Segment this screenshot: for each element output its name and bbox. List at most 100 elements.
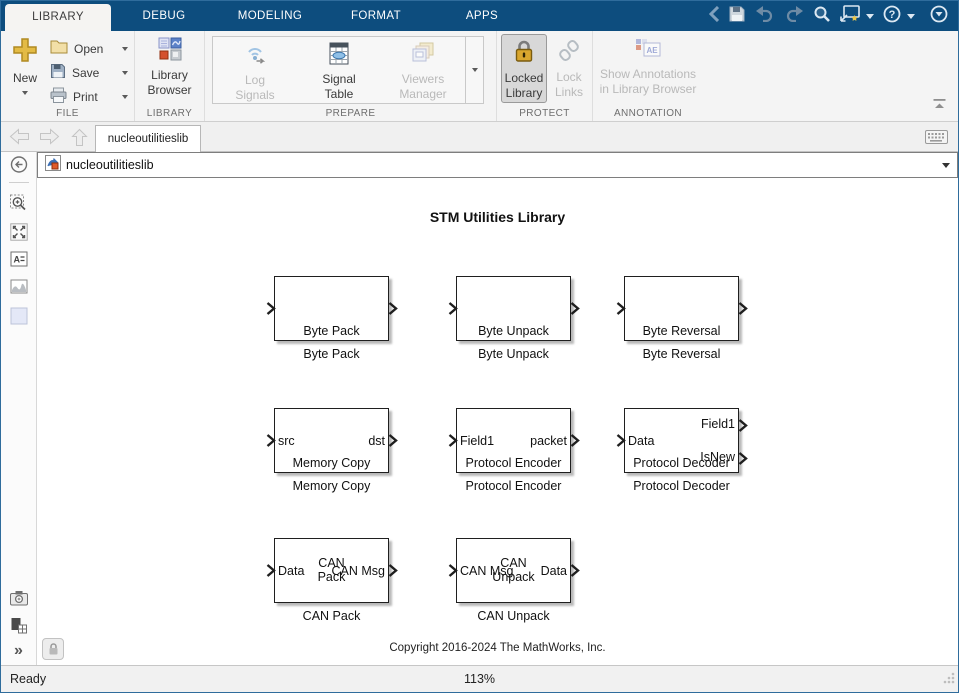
library-browser-label: Library Browser	[140, 68, 200, 98]
ribbon: New Open Save	[1, 31, 958, 122]
block-inner-label: Memory Copy	[271, 456, 392, 470]
viewers-manager-label: Viewers Manager	[391, 72, 455, 102]
overlay-icon[interactable]	[10, 617, 27, 639]
camera-icon[interactable]	[9, 590, 28, 611]
document-tab[interactable]: nucleoutilitieslib	[95, 125, 201, 152]
back-arrow-icon[interactable]	[9, 128, 30, 150]
signal-table-button[interactable]: Signal Table	[297, 37, 381, 103]
annotation-icon[interactable]: A	[10, 251, 28, 272]
image-icon[interactable]	[10, 279, 28, 299]
forward-arrow-icon[interactable]	[39, 128, 60, 150]
address-path: nucleoutilitieslib	[66, 158, 154, 172]
tab-library[interactable]: LIBRARY	[5, 4, 111, 31]
screenshot-export-icon[interactable]	[840, 5, 860, 27]
output-port-label: packet	[530, 434, 567, 448]
block-inner-label: Byte Pack	[271, 324, 392, 338]
block-caption: Byte Pack	[245, 347, 418, 361]
address-bar[interactable]: nucleoutilitieslib	[37, 152, 958, 178]
print-button[interactable]: Print	[47, 85, 131, 109]
block-can-unpack[interactable]: CAN Msg Data CAN Unpack CAN Unpack	[456, 538, 571, 603]
show-annotations-label: Show Annotations in Library Browser	[597, 67, 699, 97]
library-browser-button[interactable]: Library Browser	[135, 31, 204, 98]
simulink-library-window: LIBRARY DEBUG MODELING FORMAT APPS	[0, 0, 959, 693]
resize-grip-icon[interactable]	[942, 671, 956, 690]
toolstrip-tabs: LIBRARY DEBUG MODELING FORMAT APPS	[5, 1, 535, 31]
library-canvas[interactable]: STM Utilities Library Byte Pack Byte Pac…	[37, 178, 958, 666]
help-icon[interactable]: ?	[883, 5, 901, 28]
library-browser-icon	[158, 37, 182, 64]
zoom-region-icon[interactable]	[9, 194, 28, 218]
signal-table-label: Signal Table	[314, 72, 364, 102]
document-tab-bar: nucleoutilitieslib	[1, 122, 958, 152]
block-inner-label: Protocol Encoder	[453, 456, 574, 470]
block-byte-pack[interactable]: Byte Pack Byte Pack	[274, 276, 389, 341]
block-center-label: CAN Unpack	[457, 556, 570, 584]
viewers-manager-button: Viewers Manager	[381, 37, 465, 103]
print-dropdown-caret[interactable]	[122, 95, 128, 99]
search-icon[interactable]	[813, 5, 831, 28]
explorer-back-icon[interactable]	[10, 156, 27, 178]
help-dropdown-caret[interactable]	[907, 14, 915, 19]
tab-apps[interactable]: APPS	[429, 1, 535, 31]
undo-icon[interactable]	[755, 6, 775, 27]
block-byte-reversal[interactable]: Byte Reversal Byte Reversal	[624, 276, 739, 341]
save-button[interactable]: Save	[47, 61, 131, 85]
block-memory-copy[interactable]: src dst Memory Copy Memory Copy	[274, 408, 389, 473]
open-button[interactable]: Open	[47, 37, 131, 61]
output-port-icon	[388, 564, 398, 577]
toolstrip-tab-bar: LIBRARY DEBUG MODELING FORMAT APPS	[1, 1, 958, 31]
block-protocol-encoder[interactable]: Field1 packet Protocol Encoder Protocol …	[456, 408, 571, 473]
new-dropdown-caret[interactable]	[22, 91, 28, 95]
lock-icon	[513, 39, 535, 67]
ribbon-spacer	[703, 31, 958, 121]
input-port-label: Field1	[460, 434, 494, 448]
prepare-gallery-dropdown[interactable]	[465, 37, 483, 103]
lock-links-button: Lock Links	[549, 34, 589, 103]
annotation-section-label: ANNOTATION	[593, 108, 703, 119]
locked-library-badge	[42, 638, 64, 660]
address-dropdown-caret[interactable]	[942, 163, 950, 168]
signal-table-icon	[329, 42, 349, 68]
screenshot-dropdown-caret[interactable]	[866, 14, 874, 19]
protect-section-label: PROTECT	[497, 108, 592, 119]
open-dropdown-caret[interactable]	[122, 47, 128, 51]
document-tab-label: nucleoutilitieslib	[108, 133, 189, 145]
block-protocol-decoder[interactable]: Data Field1 IsNew Protocol Decoder Proto…	[624, 408, 739, 473]
locked-library-button[interactable]: Locked Library	[501, 34, 547, 103]
block-caption: Protocol Decoder	[595, 479, 768, 493]
palette-toolbar: A »	[1, 152, 37, 666]
up-arrow-icon[interactable]	[71, 128, 88, 152]
save-label: Save	[72, 66, 116, 80]
tab-debug[interactable]: DEBUG	[111, 1, 217, 31]
area-icon[interactable]	[10, 307, 28, 330]
tab-format[interactable]: FORMAT	[323, 1, 429, 31]
block-can-pack[interactable]: Data CAN Msg CAN Pack CAN Pack	[274, 538, 389, 603]
show-annotations-button: AE Show Annotations in Library Browser	[593, 31, 703, 97]
input-port-label: Data	[628, 434, 654, 448]
block-byte-unpack[interactable]: Byte Unpack Byte Unpack	[456, 276, 571, 341]
lock-links-label: Lock Links	[551, 70, 587, 100]
input-port-icon	[448, 434, 458, 447]
ribbon-collapse-icon[interactable]	[933, 97, 946, 115]
ribbon-section-prepare: Log Signals Signal Table	[205, 31, 497, 121]
more-circle-icon[interactable]	[930, 5, 948, 28]
library-title: STM Utilities Library	[37, 209, 958, 225]
library-section-label: LIBRARY	[135, 108, 204, 119]
tab-modeling[interactable]: MODELING	[217, 1, 323, 31]
redo-icon[interactable]	[784, 6, 804, 27]
save-dropdown-caret[interactable]	[122, 71, 128, 75]
locked-library-label: Locked Library	[502, 71, 546, 101]
quick-access-toolbar: ?	[709, 1, 948, 31]
output-port-icon	[570, 564, 580, 577]
block-inner-label: Protocol Decoder	[621, 456, 742, 470]
block-caption: CAN Pack	[245, 609, 418, 623]
collapse-chevron-icon[interactable]	[709, 6, 719, 27]
save-icon[interactable]	[728, 5, 746, 28]
output-port-icon	[388, 302, 398, 315]
prepare-section-label: PREPARE	[205, 108, 496, 119]
fit-to-view-icon[interactable]	[10, 223, 28, 246]
expand-chevrons-icon[interactable]: »	[14, 642, 23, 660]
keyboard-icon[interactable]	[925, 130, 948, 149]
annotations-icon: AE	[635, 38, 661, 63]
block-caption: CAN Unpack	[427, 609, 600, 623]
